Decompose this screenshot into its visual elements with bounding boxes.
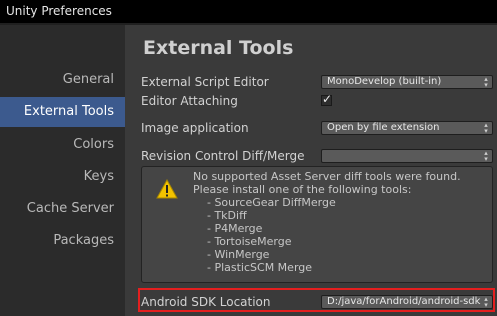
- window-title: Unity Preferences: [6, 4, 112, 18]
- sidebar-item-colors[interactable]: Colors: [0, 130, 125, 160]
- help-line: Please install one of the following tool…: [193, 183, 412, 196]
- title-bar: Unity Preferences: [0, 0, 497, 23]
- warning-icon: [156, 179, 178, 199]
- help-line: - TortoiseMerge: [193, 235, 292, 248]
- script-editor-dropdown[interactable]: MonoDevelop (built-in) ▴ ▾: [321, 75, 493, 89]
- script-editor-label: External Script Editor: [141, 75, 269, 89]
- help-line: No supported Asset Server diff tools wer…: [193, 170, 461, 183]
- dropdown-arrows-icon: ▴ ▾: [484, 75, 488, 89]
- sidebar-item-external-tools[interactable]: External Tools: [0, 97, 125, 127]
- main-panel: External Tools External Script Editor Mo…: [125, 23, 497, 316]
- image-application-dropdown[interactable]: Open by file extension ▴ ▾: [321, 121, 493, 135]
- help-box: No supported Asset Server diff tools wer…: [141, 166, 493, 283]
- image-application-label: Image application: [141, 121, 249, 135]
- help-line: - PlasticSCM Merge: [193, 261, 313, 274]
- image-application-value: Open by file extension: [327, 122, 440, 133]
- help-line: - SourceGear DiffMerge: [193, 196, 336, 209]
- sidebar-item-packages[interactable]: Packages: [0, 226, 125, 256]
- dropdown-arrows-icon: ▴ ▾: [484, 149, 488, 163]
- sidebar-item-keys[interactable]: Keys: [0, 162, 125, 192]
- script-editor-value: MonoDevelop (built-in): [327, 76, 442, 87]
- preferences-window: Unity Preferences General External Tools…: [0, 0, 497, 316]
- dropdown-arrows-icon: ▴ ▾: [484, 121, 488, 135]
- divider: [125, 23, 497, 25]
- editor-attaching-label: Editor Attaching: [141, 94, 238, 108]
- help-line: - WinMerge: [193, 248, 270, 261]
- sidebar-item-general[interactable]: General: [0, 65, 125, 95]
- help-line: - P4Merge: [193, 222, 263, 235]
- page-title: External Tools: [143, 37, 294, 59]
- help-line: - TkDiff: [193, 209, 247, 222]
- sidebar: General External Tools Colors Keys Cache…: [0, 23, 125, 316]
- sidebar-item-cache-server[interactable]: Cache Server: [0, 194, 125, 224]
- editor-attaching-checkbox[interactable]: ✓: [321, 92, 333, 106]
- checkmark-icon: ✓: [322, 92, 333, 106]
- help-message: No supported Asset Server diff tools wer…: [193, 170, 461, 274]
- revision-control-dropdown[interactable]: ▴ ▾: [321, 149, 493, 163]
- highlight-box: [138, 288, 495, 312]
- revision-control-label: Revision Control Diff/Merge: [141, 149, 305, 163]
- divider: [0, 23, 125, 25]
